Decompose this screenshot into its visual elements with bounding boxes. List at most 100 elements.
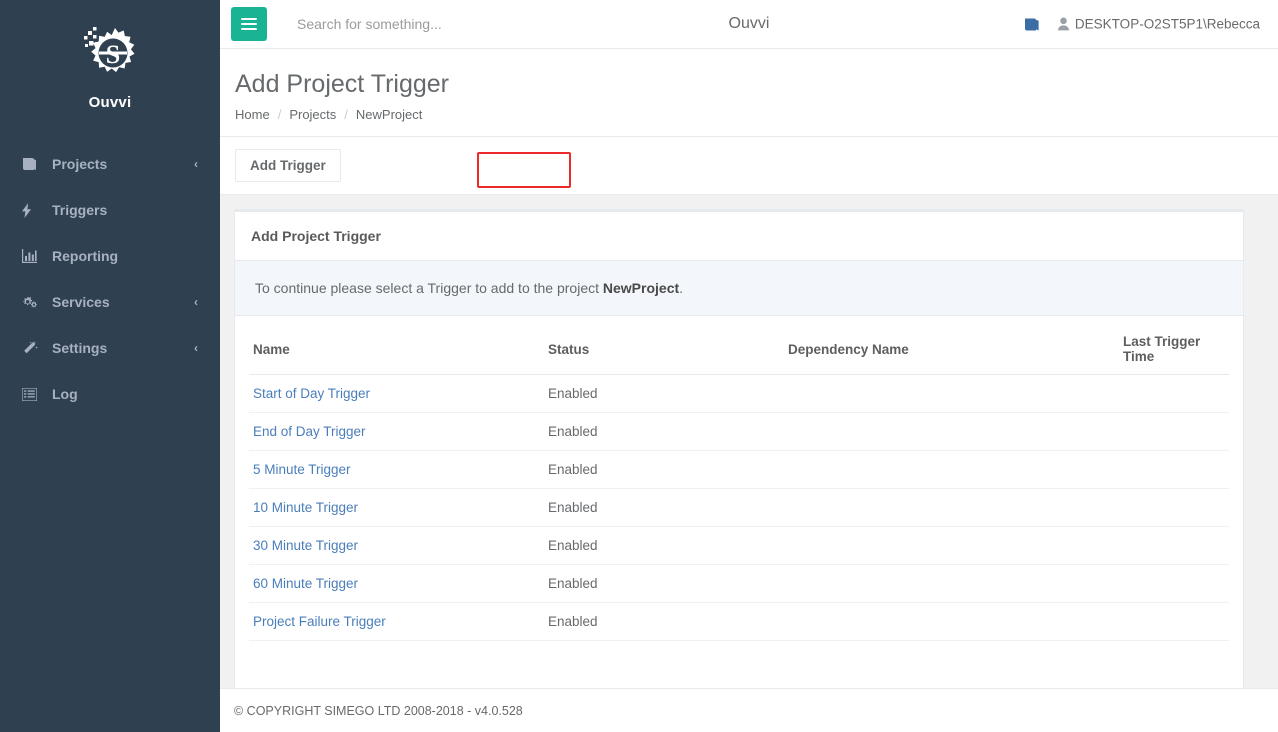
trigger-link[interactable]: 60 Minute Trigger: [253, 576, 358, 591]
page-header: Add Project Trigger Home / Projects / Ne…: [220, 49, 1278, 137]
cell-last-trigger-time: [1119, 564, 1229, 603]
cell-name: 10 Minute Trigger: [249, 488, 544, 527]
cell-status: Enabled: [544, 450, 784, 489]
book-icon[interactable]: [1024, 17, 1040, 31]
breadcrumb-separator: /: [277, 107, 282, 122]
table-row: 10 Minute Trigger Enabled: [249, 488, 1229, 527]
top-navbar: Ouvvi DESKTOP-O2ST5P1\Rebecca: [220, 0, 1278, 49]
chevron-left-icon: ‹: [194, 341, 198, 355]
breadcrumb-item-projects[interactable]: Projects: [289, 107, 336, 122]
topbar-right-group: DESKTOP-O2ST5P1\Rebecca: [1024, 17, 1260, 32]
tab-strip: Add Trigger: [220, 137, 1278, 195]
sidebar-item-label: Log: [52, 386, 78, 402]
cell-dependency: [784, 450, 1119, 489]
instruction-project-name: NewProject: [602, 280, 680, 296]
chevron-left-icon: ‹: [194, 295, 198, 309]
column-header-name: Name: [249, 326, 544, 375]
footer: © COPYRIGHT SIMEGO LTD 2008-2018 - v4.0.…: [220, 688, 1278, 732]
copyright-text: © COPYRIGHT SIMEGO LTD 2008-2018 - v4.0.…: [234, 703, 523, 718]
card-header: Add Project Trigger: [235, 212, 1243, 261]
cell-last-trigger-time: [1119, 374, 1229, 413]
triggers-table: Name Status Dependency Name Last Trigger…: [249, 326, 1229, 641]
app-root: S Ouvvi Projects ‹ Triggers: [0, 0, 1278, 732]
sidebar-item-log[interactable]: Log: [0, 371, 220, 417]
menu-toggle-button[interactable]: [231, 7, 267, 41]
instruction-suffix: .: [679, 280, 684, 296]
sidebar-item-label: Projects: [52, 156, 108, 172]
cell-dependency: [784, 564, 1119, 603]
table-row: End of Day Trigger Enabled: [249, 412, 1229, 451]
sidebar-item-label: Settings: [52, 340, 108, 356]
main-panel: Add Project Trigger To continue please s…: [220, 195, 1278, 697]
breadcrumb-item-newproject[interactable]: NewProject: [356, 107, 422, 122]
trigger-link[interactable]: 10 Minute Trigger: [253, 500, 358, 515]
card-title: Add Project Trigger: [251, 228, 381, 244]
cell-dependency: [784, 488, 1119, 527]
sidebar: S Ouvvi Projects ‹ Triggers: [0, 0, 220, 732]
table-body: Start of Day Trigger Enabled End of Day …: [249, 374, 1229, 641]
cell-status: Enabled: [544, 602, 784, 641]
cell-name: Project Failure Trigger: [249, 602, 544, 641]
sidebar-item-triggers[interactable]: Triggers: [0, 187, 220, 233]
cell-status: Enabled: [544, 526, 784, 565]
cell-name: Start of Day Trigger: [249, 374, 544, 413]
trigger-link[interactable]: End of Day Trigger: [253, 424, 366, 439]
cell-dependency: [784, 374, 1119, 413]
cell-name: End of Day Trigger: [249, 412, 544, 451]
trigger-link[interactable]: Start of Day Trigger: [253, 386, 370, 401]
add-trigger-button[interactable]: Add Trigger: [235, 149, 341, 182]
brand-name: Ouvvi: [88, 94, 132, 111]
cell-status: Enabled: [544, 412, 784, 451]
sidebar-item-services[interactable]: Services ‹: [0, 279, 220, 325]
table-row: 60 Minute Trigger Enabled: [249, 564, 1229, 603]
cell-last-trigger-time: [1119, 450, 1229, 489]
table-header-row: Name Status Dependency Name Last Trigger…: [249, 326, 1229, 375]
person-icon: [1057, 17, 1069, 31]
search-input[interactable]: [297, 16, 627, 32]
column-header-status: Status: [544, 326, 784, 375]
breadcrumb-separator: /: [344, 107, 348, 122]
gears-icon: [22, 294, 42, 310]
sidebar-item-settings[interactable]: Settings ‹: [0, 325, 220, 371]
gear-s-logo-icon: S: [75, 22, 145, 84]
breadcrumb: Home / Projects / NewProject: [235, 107, 1263, 136]
sidebar-item-label: Triggers: [52, 202, 108, 218]
table-row: Start of Day Trigger Enabled: [249, 374, 1229, 413]
trigger-link[interactable]: Project Failure Trigger: [253, 614, 386, 629]
instruction-prefix: To continue please select a Trigger to a…: [255, 280, 603, 296]
cell-last-trigger-time: [1119, 412, 1229, 451]
cell-last-trigger-time: [1119, 602, 1229, 641]
card-body: Name Status Dependency Name Last Trigger…: [235, 316, 1243, 696]
chevron-left-icon: ‹: [194, 157, 198, 171]
sidebar-item-label: Reporting: [52, 248, 119, 264]
table-head: Name Status Dependency Name Last Trigger…: [249, 326, 1229, 375]
table-row: Project Failure Trigger Enabled: [249, 602, 1229, 641]
column-header-dependency: Dependency Name: [784, 326, 1119, 375]
cell-status: Enabled: [544, 488, 784, 527]
trigger-link[interactable]: 30 Minute Trigger: [253, 538, 358, 553]
list-icon: [22, 386, 42, 402]
book-icon: [22, 156, 42, 172]
trigger-link[interactable]: 5 Minute Trigger: [253, 462, 351, 477]
hamburger-icon: [241, 15, 257, 33]
column-header-last-trigger-time: Last Trigger Time: [1119, 326, 1229, 375]
sidebar-item-reporting[interactable]: Reporting: [0, 233, 220, 279]
cell-status: Enabled: [544, 374, 784, 413]
cell-dependency: [784, 412, 1119, 451]
sidebar-nav: Projects ‹ Triggers Reporting Services ‹…: [0, 141, 220, 417]
bar-chart-icon: [22, 248, 42, 264]
cell-name: 5 Minute Trigger: [249, 450, 544, 489]
cell-name: 60 Minute Trigger: [249, 564, 544, 603]
user-menu[interactable]: DESKTOP-O2ST5P1\Rebecca: [1057, 16, 1260, 32]
cell-name: 30 Minute Trigger: [249, 526, 544, 565]
magic-wand-icon: [22, 340, 42, 356]
page-title: Add Project Trigger: [235, 70, 449, 98]
user-name: DESKTOP-O2ST5P1\Rebecca: [1074, 16, 1260, 32]
add-project-trigger-card: Add Project Trigger To continue please s…: [234, 209, 1244, 697]
cell-dependency: [784, 526, 1119, 565]
cell-status: Enabled: [544, 564, 784, 603]
sidebar-item-projects[interactable]: Projects ‹: [0, 141, 220, 187]
breadcrumb-item-home[interactable]: Home: [235, 107, 270, 122]
cell-last-trigger-time: [1119, 526, 1229, 565]
bolt-icon: [22, 202, 42, 218]
